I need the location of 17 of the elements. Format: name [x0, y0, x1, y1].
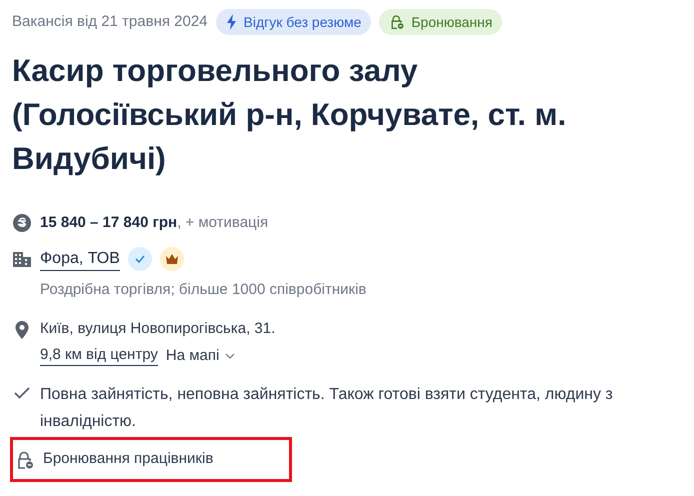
job-title: Касир торговельного залу (Голосіївський р-н, Корчувате, ст. м. Видубичі): [12, 52, 568, 178]
lightning-icon: [226, 14, 238, 30]
distance-link[interactable]: 9,8 км від центру: [40, 345, 158, 366]
booking-text: Бронювання працівників: [43, 449, 214, 470]
building-icon: [12, 249, 32, 269]
salary-text: 15 840 – 17 840 грн, + мотивація: [40, 212, 268, 233]
lock-icon: [15, 450, 35, 470]
badge-label: Відгук без резюме: [244, 12, 362, 32]
company-description: Роздрібна торгівля; більше 1000 співробітників: [40, 280, 368, 300]
map-toggle[interactable]: На мапі: [166, 344, 236, 367]
chevron-down-icon: [225, 352, 236, 360]
posted-date: Вакансія від 21 травня 2024: [12, 12, 208, 32]
address-text: Київ, вулиця Новопирогівська, 31.: [40, 318, 276, 338]
company-link[interactable]: Фора, ТОВ: [40, 248, 120, 270]
employment-text: Повна зайнятість, неповна зайнятість. Також готові взяти студента, людину з інвалідністю.: [40, 385, 614, 432]
lock-icon: [389, 14, 406, 30]
badge-label: Бронювання: [411, 12, 492, 32]
